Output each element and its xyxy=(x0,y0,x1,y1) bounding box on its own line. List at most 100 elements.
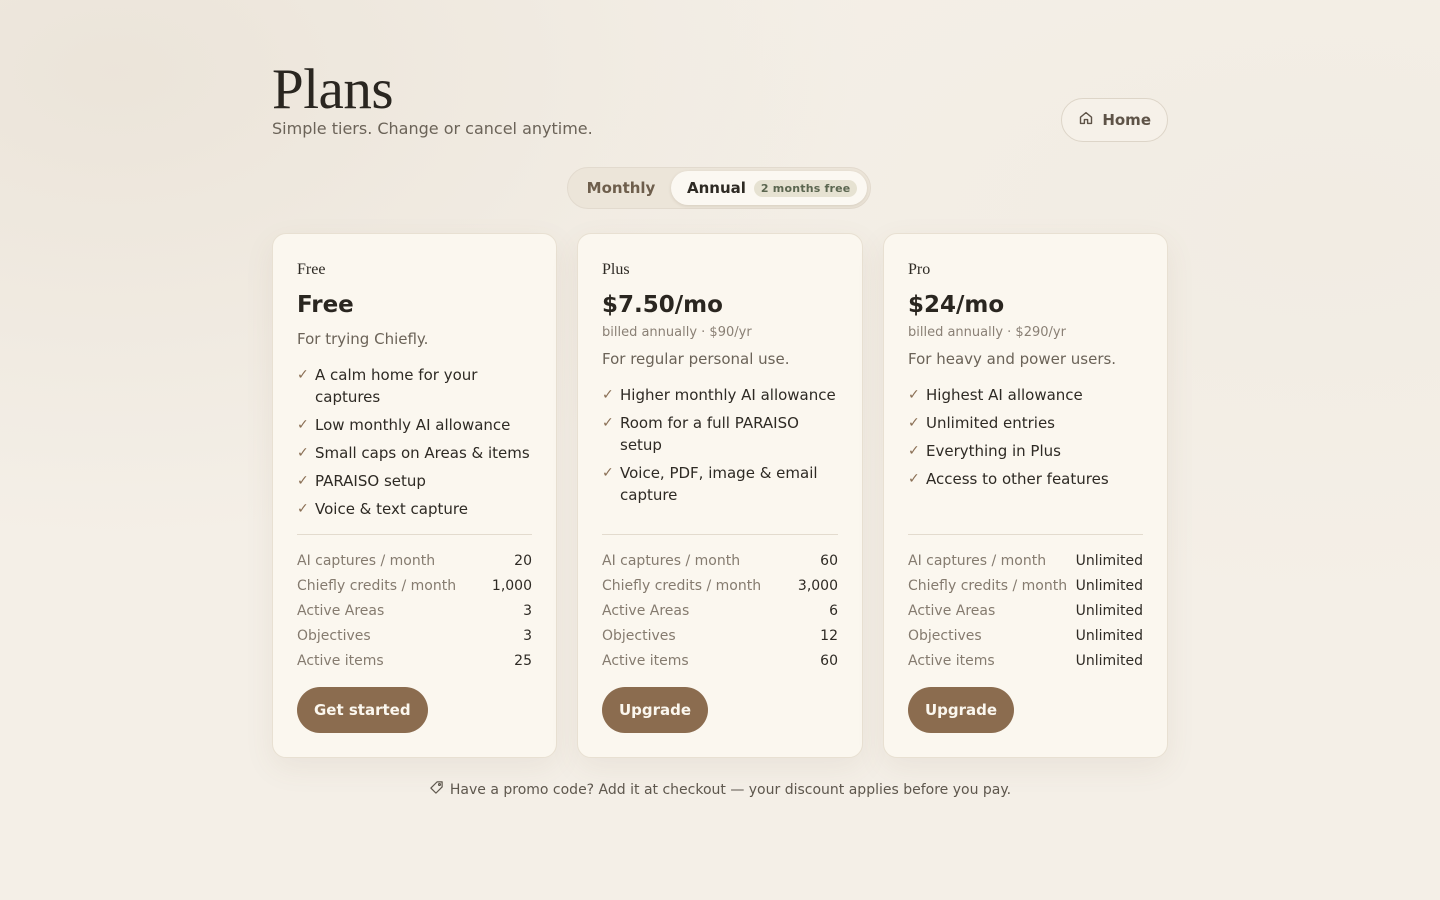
limit-label: AI captures / month xyxy=(908,552,1047,569)
limit-row: Objectives 12 xyxy=(602,623,838,648)
feature-item: ✓ Voice, PDF, image & email capture xyxy=(602,462,838,506)
limit-label: AI captures / month xyxy=(297,552,436,569)
toggle-annual-label: Annual xyxy=(687,179,746,197)
toggle-annual[interactable]: Annual 2 months free xyxy=(671,171,867,205)
limit-row: Active items Unlimited xyxy=(908,648,1143,673)
limit-row: AI captures / month 60 xyxy=(602,548,838,573)
limit-row: Chiefly credits / month 3,000 xyxy=(602,573,838,598)
feature-text: PARAISO setup xyxy=(315,472,426,490)
limit-value: 60 xyxy=(820,552,838,569)
plan-price: Free xyxy=(297,292,354,318)
limit-value: 3 xyxy=(523,602,532,619)
limit-label: Active Areas xyxy=(602,602,690,619)
limit-value: Unlimited xyxy=(1075,602,1143,619)
plan-description: For heavy and power users. xyxy=(908,350,1117,368)
upgrade-pro-button[interactable]: Upgrade xyxy=(908,687,1015,733)
feature-item: ✓ Higher monthly AI allowance xyxy=(602,384,838,406)
feature-item: ✓ A calm home for your captures xyxy=(297,364,532,408)
limit-row: Chiefly credits / month Unlimited xyxy=(908,573,1143,598)
limit-value: 12 xyxy=(820,627,838,644)
promo-text: Have a promo code? Add it at checkout — … xyxy=(449,781,1012,798)
check-icon: ✓ xyxy=(297,473,309,489)
plan-card-plus: Plus $7.50/mo billed annually · $90/yr F… xyxy=(577,233,863,758)
plan-name: Free xyxy=(297,261,326,278)
upgrade-plus-button[interactable]: Upgrade xyxy=(602,687,709,733)
plan-card-free: Free Free For trying Chiefly. ✓ A calm ho… xyxy=(272,233,557,758)
feature-text: Small caps on Areas & items xyxy=(315,444,530,462)
limit-row: Active items 25 xyxy=(297,648,532,673)
get-started-button[interactable]: Get started xyxy=(297,687,428,733)
feature-item: ✓ PARAISO setup xyxy=(297,470,532,492)
feature-item: ✓ Low monthly AI allowance xyxy=(297,414,532,436)
feature-item: ✓ Small caps on Areas & items xyxy=(297,442,532,464)
limit-value: Unlimited xyxy=(1075,577,1143,594)
limit-value: 6 xyxy=(829,602,838,619)
limit-row: Chiefly credits / month 1,000 xyxy=(297,573,532,598)
limit-label: Active items xyxy=(908,652,995,669)
feature-item: ✓ Room for a full PARAISO setup xyxy=(602,412,838,456)
annual-discount-badge: 2 months free xyxy=(753,179,858,197)
limit-row: Objectives Unlimited xyxy=(908,623,1143,648)
plan-description: For regular personal use. xyxy=(602,350,790,368)
limit-value: 3 xyxy=(523,627,532,644)
check-icon: ✓ xyxy=(297,501,309,517)
feature-item: ✓ Voice & text capture xyxy=(297,498,532,520)
check-icon: ✓ xyxy=(297,417,309,433)
check-icon: ✓ xyxy=(908,443,920,459)
billing-note: billed annually · $90/yr xyxy=(602,325,752,340)
limit-label: Objectives xyxy=(602,627,676,644)
limit-label: Active Areas xyxy=(908,602,996,619)
limit-label: Chiefly credits / month xyxy=(908,577,1068,594)
limit-value: Unlimited xyxy=(1075,652,1143,669)
limit-value: 1,000 xyxy=(491,577,532,594)
feature-text: Voice, PDF, image & email capture xyxy=(620,464,818,504)
check-icon: ✓ xyxy=(908,415,920,431)
feature-item: ✓ Everything in Plus xyxy=(908,440,1143,462)
plan-name: Plus xyxy=(602,261,630,278)
limit-label: Active items xyxy=(297,652,384,669)
home-button[interactable]: Home xyxy=(1061,98,1168,142)
check-icon: ✓ xyxy=(908,471,920,487)
promo-note: Have a promo code? Add it at checkout — … xyxy=(272,780,1168,799)
plan-limits: AI captures / month 60 Chiefly credits / … xyxy=(602,534,838,673)
feature-list: ✓ Higher monthly AI allowance ✓ Room for a… xyxy=(602,384,838,506)
check-icon: ✓ xyxy=(297,367,309,383)
limit-label: Objectives xyxy=(297,627,371,644)
limit-value: 20 xyxy=(514,552,532,569)
check-icon: ✓ xyxy=(602,415,614,431)
limit-label: Active items xyxy=(602,652,689,669)
feature-list: ✓ Highest AI allowance ✓ Unlimited entries… xyxy=(908,384,1143,490)
plan-price: $24/mo xyxy=(908,292,1005,318)
feature-text: Everything in Plus xyxy=(926,442,1061,460)
home-button-label: Home xyxy=(1102,111,1151,129)
limit-value: 60 xyxy=(820,652,838,669)
check-icon: ✓ xyxy=(908,387,920,403)
limit-value: Unlimited xyxy=(1075,627,1143,644)
limit-row: AI captures / month Unlimited xyxy=(908,548,1143,573)
limit-value: Unlimited xyxy=(1075,552,1143,569)
check-icon: ✓ xyxy=(602,465,614,481)
feature-text: Room for a full PARAISO setup xyxy=(620,414,799,454)
check-icon: ✓ xyxy=(602,387,614,403)
home-icon xyxy=(1078,110,1094,130)
limit-row: Objectives 3 xyxy=(297,623,532,648)
limit-label: Chiefly credits / month xyxy=(602,577,762,594)
limit-row: Active items 60 xyxy=(602,648,838,673)
plan-limits: AI captures / month Unlimited Chiefly cre… xyxy=(908,534,1143,673)
limit-value: 3,000 xyxy=(797,577,838,594)
page-subtitle: Simple tiers. Change or cancel anytime. xyxy=(272,119,593,138)
billing-toggle: Monthly Annual 2 months free xyxy=(567,167,871,209)
limit-row: Active Areas 6 xyxy=(602,598,838,623)
feature-text: Higher monthly AI allowance xyxy=(620,386,836,404)
plan-card-pro: Pro $24/mo billed annually · $290/yr For… xyxy=(883,233,1168,758)
limit-label: AI captures / month xyxy=(602,552,741,569)
feature-list: ✓ A calm home for your captures ✓ Low mont… xyxy=(297,364,532,520)
feature-text: Highest AI allowance xyxy=(926,386,1083,404)
limit-row: Active Areas 3 xyxy=(297,598,532,623)
plan-name: Pro xyxy=(908,261,931,278)
page-title: Plans xyxy=(272,58,394,121)
check-icon: ✓ xyxy=(297,445,309,461)
toggle-monthly[interactable]: Monthly xyxy=(571,171,671,205)
feature-item: ✓ Access to other features xyxy=(908,468,1143,490)
feature-item: ✓ Unlimited entries xyxy=(908,412,1143,434)
